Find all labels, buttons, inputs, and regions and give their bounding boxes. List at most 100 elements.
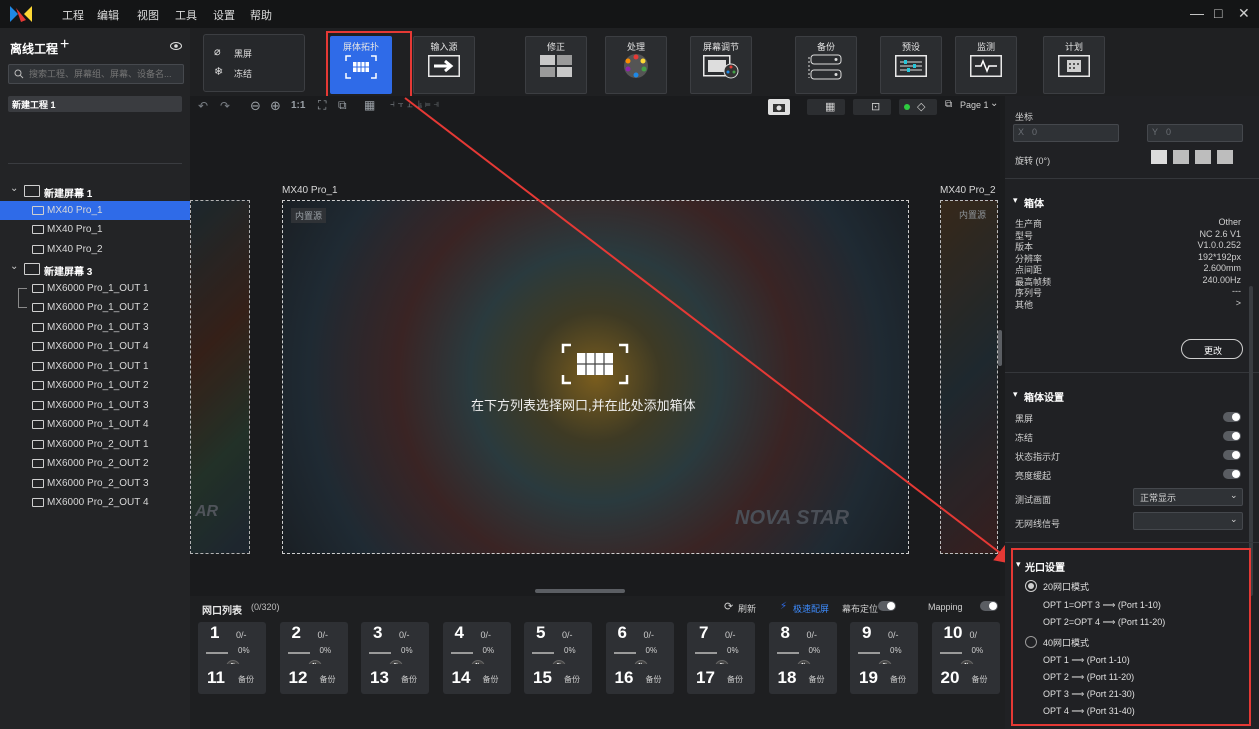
cabinet-settings-list: 黑屏 冻结 状态指示灯 亮度缓起 — [1005, 410, 1259, 490]
port-number: 9 — [862, 623, 872, 642]
cabinet-setting-toggle[interactable] — [1223, 469, 1241, 479]
no-signal-select[interactable]: ⌄ — [1133, 512, 1243, 530]
port-load-bar — [450, 652, 473, 654]
backup-port[interactable]: 15 备份 — [524, 664, 592, 694]
port-load-bar — [369, 652, 391, 654]
cabinet-section-title: 箱体 — [1024, 199, 1044, 210]
fast-config-button[interactable]: 极速配屏 — [793, 602, 829, 615]
locate-toggle[interactable] — [878, 601, 896, 611]
mode40-radio[interactable] — [1025, 636, 1037, 648]
port-percent: 0% — [890, 646, 902, 655]
chevron-down-icon: ⌄ — [1230, 514, 1238, 524]
port-percent: 0% — [727, 646, 739, 655]
backup-port[interactable]: 14 备份 — [442, 664, 511, 694]
mode40-line-2: OPT 2 ⟹ (Port 11-20) — [1043, 672, 1135, 682]
mode40-line-4: OPT 4 ⟹ (Port 31-40) — [1043, 706, 1135, 716]
port-number: 17 — [696, 668, 715, 687]
port-number: 20 — [940, 668, 960, 687]
backup-port[interactable]: 16 备份 — [605, 664, 674, 694]
port-percent: 0% — [482, 646, 495, 655]
port-capacity: 0/- — [480, 630, 492, 640]
port-number: 15 — [533, 668, 552, 687]
change-button[interactable]: 更改 — [1181, 339, 1243, 359]
optical-settings-box: ▾ 光口设置 20网口模式 OPT 1=OPT 3 ⟹ (Port 1-10) … — [1011, 548, 1251, 726]
collapse-icon[interactable]: ▾ — [1013, 389, 1018, 400]
cabinet-info: 生产商 Other 型号 NC 2.6 V1 版本 V1.0.0.252 分辨率 192*19… — [1005, 216, 1259, 336]
refresh-button[interactable]: 刷新 — [738, 602, 756, 615]
port-load-bar — [695, 652, 717, 654]
cabinet-info-value: --- — [1232, 286, 1241, 296]
optical-section-title: 光口设置 — [1025, 563, 1065, 574]
backup-port[interactable]: 13 备份 — [361, 664, 429, 694]
x-value: 0 — [1032, 127, 1038, 137]
backup-label: 备份 — [564, 675, 580, 684]
port-capacity: 0/- — [317, 630, 329, 640]
rotate-label: 旋转 (0°) — [1015, 156, 1051, 166]
port-number: 6 — [617, 623, 627, 642]
cabinet-info-value: 192*192px — [1197, 251, 1241, 262]
backup-port[interactable]: 20 备份 — [931, 664, 1000, 694]
backup-label: 备份 — [808, 675, 825, 684]
change-button-label: 更改 — [1204, 346, 1223, 356]
backup-label: 备份 — [238, 675, 254, 684]
port-load-bar — [776, 652, 799, 654]
divider — [1005, 178, 1259, 179]
radio-dot — [1028, 583, 1034, 589]
cabinet-info-value: Other — [1218, 217, 1241, 227]
backup-port[interactable]: 11 备份 — [198, 664, 266, 694]
rotate-180-button[interactable] — [1195, 150, 1211, 164]
mode20-radio[interactable] — [1025, 580, 1037, 592]
port-grid: 10/-0%⇅20/-0%⇅30/-0%⇅40/-0%⇅50/-0%⇅60/-0… — [190, 622, 1005, 729]
port-number: 8 — [780, 623, 790, 642]
mode20-line-2: OPT 2=OPT 4 ⟹ (Port 11-20) — [1043, 617, 1166, 627]
coord-label: 坐标 — [1015, 112, 1034, 122]
backup-label: 备份 — [482, 675, 499, 684]
port-load-bar — [287, 652, 310, 654]
y-input[interactable]: Y 0 — [1147, 124, 1243, 142]
mode40-line-3: OPT 3 ⟹ (Port 21-30) — [1043, 689, 1135, 699]
cabinet-info-value: V1.0.0.252 — [1197, 240, 1241, 250]
port-number: 4 — [454, 623, 464, 642]
port-percent: 0% — [401, 646, 413, 655]
port-number: 19 — [859, 668, 878, 687]
backup-port[interactable]: 17 备份 — [687, 664, 755, 694]
backup-port[interactable]: 19 备份 — [850, 664, 918, 694]
lightning-icon: ⚡ — [780, 601, 788, 612]
port-percent: 0% — [971, 646, 984, 655]
port-percent: 0% — [645, 646, 658, 655]
port-number: 7 — [699, 623, 709, 642]
port-capacity: 0/- — [725, 630, 736, 640]
x-label: X — [1018, 127, 1025, 137]
port-number: 1 — [210, 623, 220, 642]
port-capacity: 0/- — [399, 630, 410, 640]
cabinet-setting-toggle[interactable] — [1223, 412, 1241, 422]
cabinet-setting-toggle[interactable] — [1223, 431, 1241, 441]
cabinet-info-value[interactable]: > — [1135, 298, 1241, 308]
port-load-bar — [858, 652, 880, 654]
rotate-90-button[interactable] — [1173, 150, 1189, 164]
collapse-icon[interactable]: ▾ — [1016, 559, 1021, 570]
x-input[interactable]: X 0 — [1013, 124, 1119, 142]
mapping-label: Mapping — [928, 602, 963, 612]
cabinet-settings-title: 箱体设置 — [1024, 393, 1064, 404]
rotate-0-button[interactable] — [1151, 150, 1167, 164]
y-value: 0 — [1166, 127, 1172, 137]
mode40-line-1: OPT 1 ⟹ (Port 1-10) — [1043, 655, 1130, 665]
test-pattern-select[interactable]: 正常显示 ⌄ — [1133, 488, 1243, 506]
backup-port[interactable]: 12 备份 — [279, 664, 348, 694]
collapse-icon[interactable]: ▾ — [1013, 195, 1018, 206]
backup-label: 备份 — [890, 675, 906, 684]
cabinet-setting-toggle[interactable] — [1223, 450, 1241, 460]
port-number: 10 — [943, 623, 963, 642]
port-number: 3 — [373, 623, 383, 642]
port-percent: 0% — [319, 646, 332, 655]
cabinet-info-value: NC 2.6 V1 — [1199, 228, 1241, 239]
port-number: 16 — [614, 668, 634, 687]
cabinet-setting-label: 状态指示灯 — [1015, 452, 1061, 462]
refresh-icon[interactable]: ⟳ — [724, 600, 733, 613]
port-capacity: 0/- — [806, 630, 818, 640]
backup-label: 备份 — [727, 675, 743, 684]
mapping-toggle[interactable] — [980, 601, 998, 611]
backup-port[interactable]: 18 备份 — [768, 664, 837, 694]
rotate-270-button[interactable] — [1217, 150, 1233, 164]
